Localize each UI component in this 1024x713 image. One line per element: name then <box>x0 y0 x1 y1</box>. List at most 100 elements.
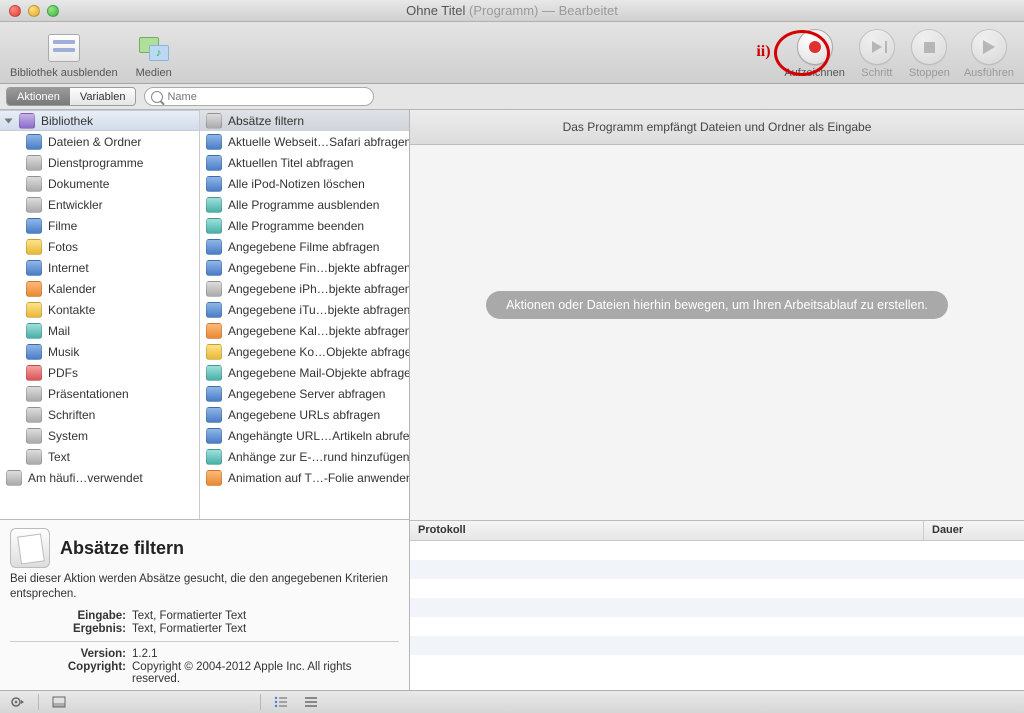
category-label: Mail <box>48 324 70 338</box>
action-label: Angegebene iPh…bjekte abfragen <box>228 282 409 296</box>
category-icon <box>26 197 42 213</box>
workflow-log-view-button[interactable] <box>301 694 321 710</box>
category-item[interactable]: Kalender <box>0 278 199 299</box>
tab-actions[interactable]: Aktionen <box>7 88 70 105</box>
category-item[interactable]: Mail <box>0 320 199 341</box>
library-icon <box>48 34 80 62</box>
action-item[interactable]: Anhänge zur E-…rund hinzufügen <box>200 446 409 467</box>
library-header-row[interactable]: Bibliothek <box>0 110 199 131</box>
action-item[interactable]: Aktuellen Titel abfragen <box>200 152 409 173</box>
action-item[interactable]: Alle iPod-Notizen löschen <box>200 173 409 194</box>
log-body[interactable] <box>410 541 1024 690</box>
category-item[interactable]: Dateien & Ordner <box>0 131 199 152</box>
action-item[interactable]: Angegebene iTu…bjekte abfragen <box>200 299 409 320</box>
action-icon <box>206 302 222 318</box>
zoom-window-button[interactable] <box>47 5 59 17</box>
category-item[interactable]: System <box>0 425 199 446</box>
category-label: Kalender <box>48 282 96 296</box>
workflow-canvas[interactable]: Aktionen oder Dateien hierhin bewegen, u… <box>410 145 1024 520</box>
library-sidebar: Bibliothek Dateien & Ordner Dienstprogram… <box>0 110 410 690</box>
action-icon <box>206 134 222 150</box>
most-used-label: Am häufi…verwendet <box>28 471 143 485</box>
record-button[interactable]: Aufzeichnen <box>784 29 845 79</box>
action-item[interactable]: Angehängte URL…Artikeln abrufen <box>200 425 409 446</box>
category-item[interactable]: Dokumente <box>0 173 199 194</box>
media-button[interactable]: Medien <box>136 31 172 79</box>
run-label: Ausführen <box>964 67 1014 79</box>
log-col-duration[interactable]: Dauer <box>924 521 1024 540</box>
action-item[interactable]: Angegebene Kal…bjekte abfragen <box>200 320 409 341</box>
action-icon <box>206 176 222 192</box>
category-item[interactable]: Fotos <box>0 236 199 257</box>
category-icon <box>26 260 42 276</box>
action-icon <box>206 281 222 297</box>
category-item[interactable]: Filme <box>0 215 199 236</box>
category-label: Text <box>48 450 70 464</box>
log-row <box>410 636 1024 655</box>
most-used-row[interactable]: Am häufi…verwendet <box>0 467 199 488</box>
run-button[interactable]: Ausführen <box>964 29 1014 79</box>
action-item[interactable]: Angegebene Filme abfragen <box>200 236 409 257</box>
action-icon <box>206 344 222 360</box>
category-label: Fotos <box>48 240 78 254</box>
category-list[interactable]: Bibliothek Dateien & Ordner Dienstprogram… <box>0 110 200 519</box>
gear-menu-button[interactable] <box>8 694 28 710</box>
log-row <box>410 541 1024 560</box>
action-label: Absätze filtern <box>228 114 304 128</box>
action-item[interactable]: Angegebene Fin…bjekte abfragen <box>200 257 409 278</box>
action-item[interactable]: Angegebene Ko…Objekte abfragen <box>200 341 409 362</box>
action-item[interactable]: Angegebene Mail-Objekte abfragen <box>200 362 409 383</box>
log-row <box>410 655 1024 674</box>
toggle-info-panel-button[interactable] <box>49 694 69 710</box>
category-label: Entwickler <box>48 198 103 212</box>
action-item[interactable]: Animation auf T…-Folie anwenden <box>200 467 409 488</box>
media-label: Medien <box>136 67 172 79</box>
log-col-protocol[interactable]: Protokoll <box>410 521 924 540</box>
hide-library-button[interactable]: Bibliothek ausblenden <box>10 31 118 79</box>
category-icon <box>26 449 42 465</box>
workflow-list-view-button[interactable] <box>271 694 291 710</box>
log-row <box>410 617 1024 636</box>
category-item[interactable]: Kontakte <box>0 299 199 320</box>
step-icon <box>872 41 882 53</box>
category-label: Schriften <box>48 408 95 422</box>
library-header-label: Bibliothek <box>41 114 93 128</box>
action-item[interactable]: Angegebene iPh…bjekte abfragen <box>200 278 409 299</box>
search-field[interactable] <box>144 87 374 106</box>
action-label: Angegebene Server abfragen <box>228 387 385 401</box>
step-button[interactable]: Schritt <box>859 29 895 79</box>
action-item[interactable]: Angegebene URLs abfragen <box>200 404 409 425</box>
action-item[interactable]: Alle Programme ausblenden <box>200 194 409 215</box>
action-item[interactable]: Alle Programme beenden <box>200 215 409 236</box>
stop-button[interactable]: Stoppen <box>909 29 950 79</box>
action-list[interactable]: Absätze filtern Aktuelle Webseit…Safari a… <box>200 110 409 519</box>
category-item[interactable]: Dienstprogramme <box>0 152 199 173</box>
tab-variables[interactable]: Variablen <box>70 88 136 105</box>
toolbar: Bibliothek ausblenden Medien ii) Aufzeic… <box>0 22 1024 84</box>
close-window-button[interactable] <box>9 5 21 17</box>
category-item[interactable]: Schriften <box>0 404 199 425</box>
category-item[interactable]: Musik <box>0 341 199 362</box>
action-label: Angegebene iTu…bjekte abfragen <box>228 303 409 317</box>
action-label: Alle Programme ausblenden <box>228 198 379 212</box>
category-item[interactable]: PDFs <box>0 362 199 383</box>
action-label: Anhänge zur E-…rund hinzufügen <box>228 450 409 464</box>
disclosure-triangle-icon[interactable] <box>5 118 13 123</box>
category-label: Dienstprogramme <box>48 156 143 170</box>
action-item[interactable]: Aktuelle Webseit…Safari abfragen <box>200 131 409 152</box>
search-input[interactable] <box>167 91 367 103</box>
category-icon <box>26 155 42 171</box>
category-icon <box>26 407 42 423</box>
action-icon <box>206 386 222 402</box>
action-item[interactable]: Angegebene Server abfragen <box>200 383 409 404</box>
category-item[interactable]: Text <box>0 446 199 467</box>
category-item[interactable]: Entwickler <box>0 194 199 215</box>
category-item[interactable]: Internet <box>0 257 199 278</box>
workflow-area: Das Programm empfängt Dateien und Ordner… <box>410 110 1024 690</box>
action-item[interactable]: Absätze filtern <box>200 110 409 131</box>
minimize-window-button[interactable] <box>28 5 40 17</box>
action-info-panel: Absätze filtern Bei dieser Aktion werden… <box>0 519 409 690</box>
category-label: Präsentationen <box>48 387 129 401</box>
action-icon <box>206 365 222 381</box>
category-item[interactable]: Präsentationen <box>0 383 199 404</box>
